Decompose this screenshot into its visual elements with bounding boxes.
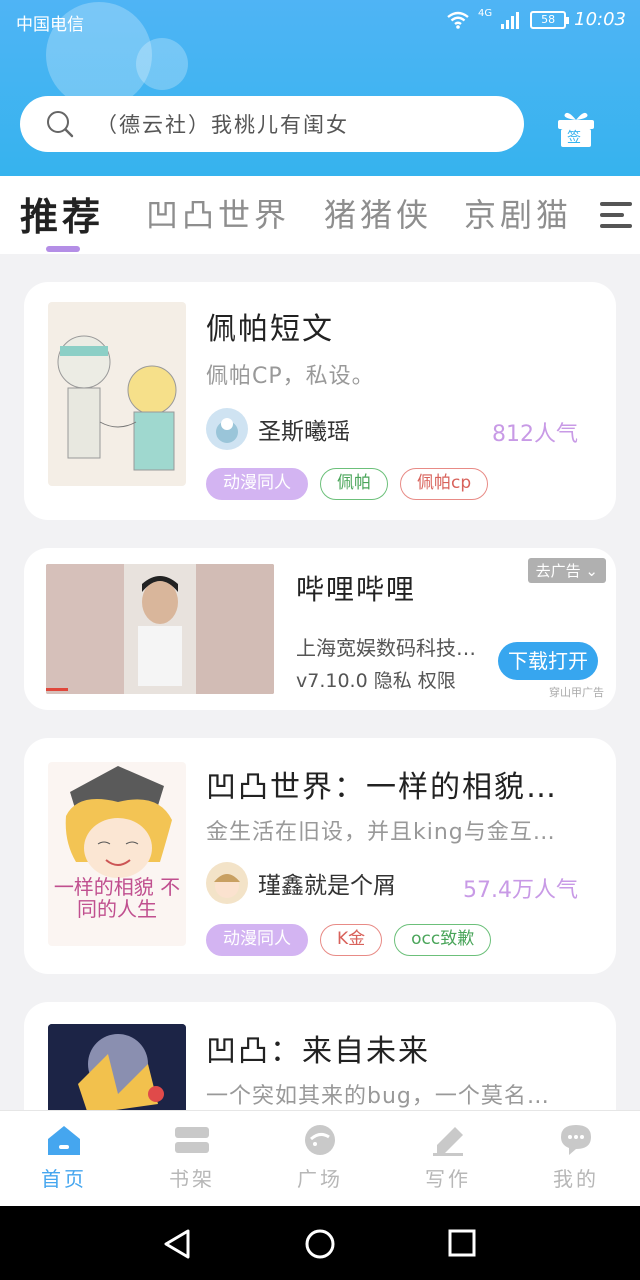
remove-ad-button[interactable]: 去广告 ⌄ <box>527 558 606 583</box>
bookshelf-icon <box>175 1127 209 1153</box>
gift-label: 签 <box>567 130 581 146</box>
tag[interactable]: 动漫同人 <box>206 924 308 956</box>
search-icon <box>47 111 74 138</box>
book-description: 金生活在旧设，并且king与金互… <box>206 820 556 845</box>
cover-title-text: 一样的相貌 不同的人生 <box>53 875 181 921</box>
tag-list: 动漫同人 K金 occ致歉 <box>206 924 492 956</box>
status-bar: 中国电信 4G 58 10:03 <box>0 0 640 44</box>
ad-video-thumbnail[interactable] <box>46 564 274 694</box>
plaza-icon <box>305 1125 335 1155</box>
battery-level: 58 <box>541 13 556 26</box>
book-cover <box>48 302 186 486</box>
ad-company: 上海宽娱数码科技有限公司 <box>296 636 486 660</box>
tag[interactable]: K金 <box>320 924 383 956</box>
search-placeholder: （德云社）我桃儿有闺女 <box>96 113 349 137</box>
tag[interactable]: 动漫同人 <box>206 468 308 500</box>
tab-menu-icon[interactable] <box>598 198 634 232</box>
status-icons: 4G 58 10:03 <box>446 8 626 30</box>
author-name: 瑾鑫就是个屑 <box>258 873 396 899</box>
decor-bubble-small <box>136 38 188 90</box>
book-title: 凹凸世界：一样的相貌… <box>206 770 558 805</box>
tag-list: 动漫同人 佩帕 佩帕cp <box>206 468 489 500</box>
category-tabs: 推荐 凹凸世界 猪猪侠 京剧猫 <box>0 176 640 254</box>
nav-label: 书架 <box>169 1167 215 1191</box>
nav-label: 广场 <box>297 1167 343 1191</box>
author-row[interactable]: 圣斯曦瑶 <box>206 408 350 450</box>
tab-recommend[interactable]: 推荐 <box>20 186 104 241</box>
nav-plaza[interactable]: 广场 <box>256 1123 384 1192</box>
ad-source: 穿山甲广告 <box>549 686 604 699</box>
avatar <box>206 408 248 450</box>
nav-profile[interactable]: 我的 <box>512 1123 640 1192</box>
signal-icon <box>501 11 520 29</box>
header: 中国电信 4G 58 10:03 （德云社）我桃儿有闺女 签 <box>0 0 640 176</box>
checkin-gift-button[interactable]: 签 <box>556 110 596 148</box>
book-description: 佩帕CP，私设。 <box>206 364 375 389</box>
chevron-down-icon: ⌄ <box>585 562 598 580</box>
book-description: 一个突如其来的bug，一个莫名… <box>206 1084 550 1109</box>
tag[interactable]: 佩帕 <box>320 468 388 500</box>
cover-illustration <box>57 335 177 471</box>
battery-icon: 58 <box>530 10 570 29</box>
recents-icon[interactable] <box>448 1229 476 1257</box>
author-row[interactable]: 瑾鑫就是个屑 <box>206 862 396 904</box>
tag[interactable]: occ致歉 <box>394 924 492 956</box>
network-label: 4G <box>478 8 493 19</box>
nav-label: 我的 <box>553 1167 599 1191</box>
search-bar[interactable]: （德云社）我桃儿有闺女 <box>20 96 524 152</box>
ad-card[interactable]: 哔哩哔哩 上海宽娱数码科技有限公司 v7.10.0 隐私 权限 去广告 ⌄ 下载… <box>24 548 616 710</box>
popularity: 57.4万人气 <box>463 878 578 903</box>
nav-home[interactable]: 首页 <box>0 1123 128 1192</box>
system-nav-bar <box>0 1206 640 1280</box>
wifi-icon <box>447 11 469 29</box>
tab-aotu-world[interactable]: 凹凸世界 <box>146 190 290 236</box>
download-button[interactable]: 下载打开 <box>498 642 598 680</box>
ad-app-name: 哔哩哔哩 <box>296 573 417 606</box>
carrier-label: 中国电信 <box>16 15 84 35</box>
tag[interactable]: 佩帕cp <box>400 468 489 500</box>
nav-label: 首页 <box>41 1167 87 1191</box>
avatar <box>206 862 248 904</box>
remove-ad-label: 去广告 <box>535 562 581 580</box>
book-card[interactable]: 一样的相貌 不同的人生 凹凸世界：一样的相貌… 金生活在旧设，并且king与金互… <box>24 738 616 974</box>
tab-jingjumao[interactable]: 京剧猫 <box>464 190 572 236</box>
book-title: 凹凸：来自未来 <box>206 1034 430 1069</box>
book-title: 佩帕短文 <box>206 312 334 347</box>
tab-zhuzhuxia[interactable]: 猪猪侠 <box>324 190 432 236</box>
clock: 10:03 <box>574 9 626 30</box>
tab-indicator <box>46 246 80 252</box>
home-icon <box>48 1126 80 1155</box>
book-cover: 一样的相貌 不同的人生 <box>48 762 186 946</box>
write-icon <box>433 1127 463 1156</box>
popularity: 812人气 <box>492 422 578 447</box>
nav-label: 写作 <box>425 1167 471 1191</box>
ad-meta[interactable]: v7.10.0 隐私 权限 <box>296 666 456 693</box>
book-card[interactable]: 佩帕短文 佩帕CP，私设。 圣斯曦瑶 812人气 动漫同人 佩帕 佩帕cp <box>24 282 616 520</box>
back-icon[interactable] <box>162 1228 192 1260</box>
nav-bookshelf[interactable]: 书架 <box>128 1123 256 1192</box>
nav-write[interactable]: 写作 <box>384 1123 512 1192</box>
author-name: 圣斯曦瑶 <box>258 419 350 445</box>
profile-icon <box>561 1125 591 1155</box>
bottom-nav: 首页 书架 广场 写作 我的 <box>0 1110 640 1206</box>
home-circle-icon[interactable] <box>304 1228 336 1260</box>
